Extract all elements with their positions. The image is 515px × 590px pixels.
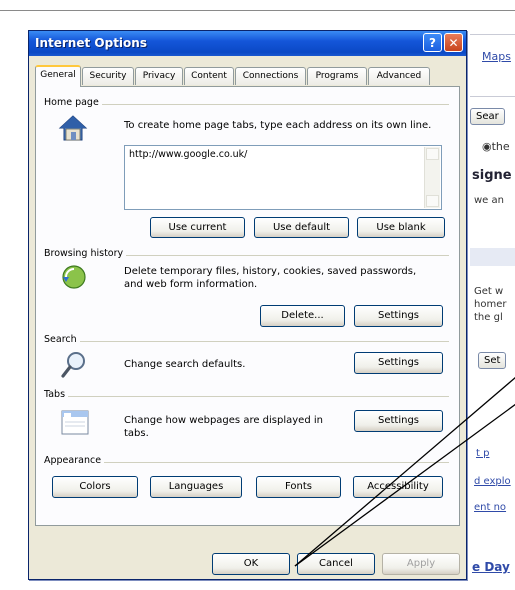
callout-annotation [294, 376, 515, 567]
tab-general[interactable]: General [35, 65, 81, 87]
